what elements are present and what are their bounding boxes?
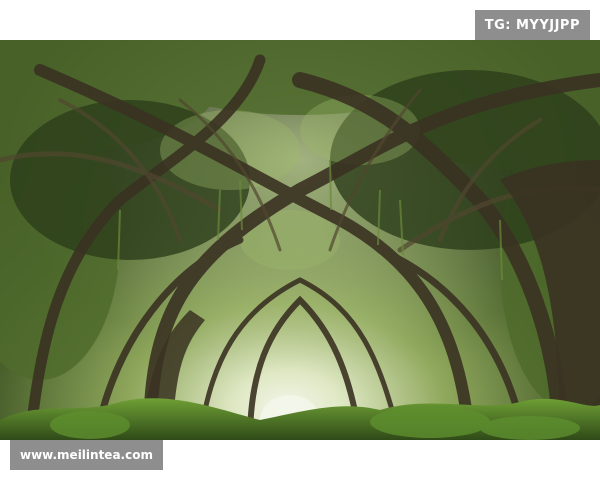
site-watermark: www.meilintea.com: [10, 440, 163, 470]
channel-tag: TG: MYYJJPP: [474, 10, 590, 40]
forest-photo: [0, 40, 600, 440]
